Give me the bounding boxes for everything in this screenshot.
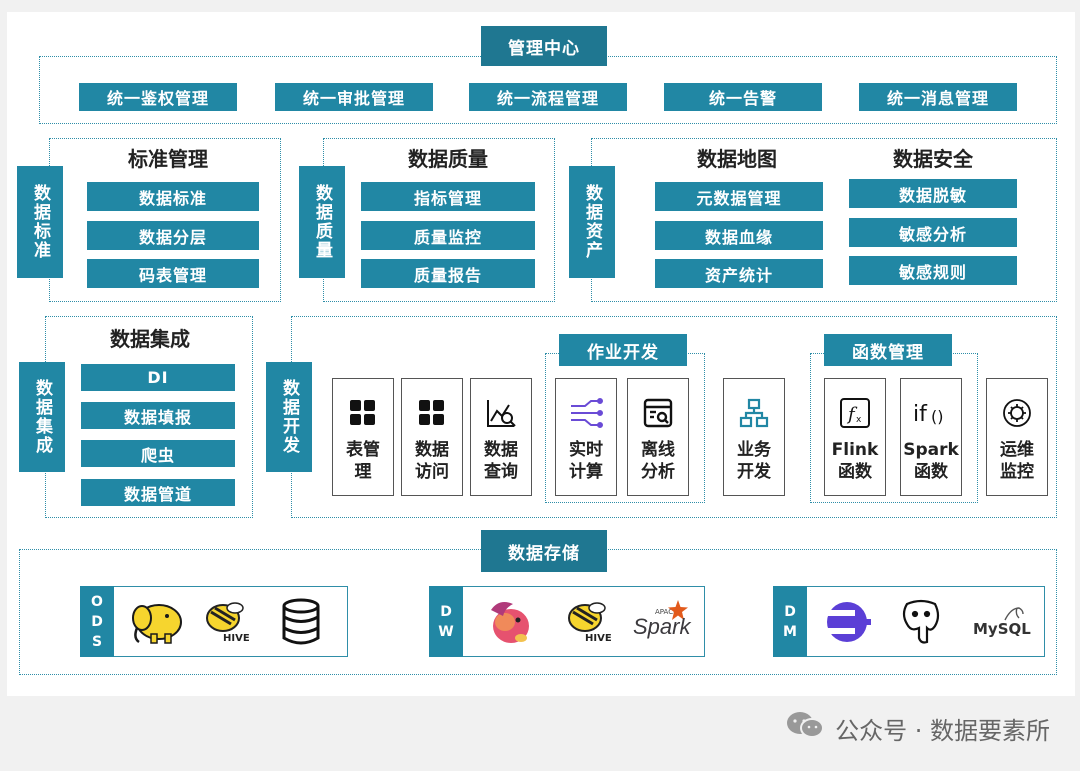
data-security-item: 敏感分析 [849,218,1017,247]
database-icon [279,598,323,646]
card-label: 业务 开发 [737,440,771,482]
card-data-access: 数据 访问 [401,378,463,496]
dw-letter: W [438,623,454,640]
data-security-item: 敏感规则 [849,256,1017,285]
data-map-item: 资产统计 [655,259,823,288]
stream-icon [566,393,606,433]
data-security-item: 数据脱敏 [849,179,1017,208]
card-label: 运维 监控 [1000,440,1034,482]
card-label: Flink 函数 [831,440,879,482]
card-label: 表管 理 [346,440,380,482]
card-table-mgmt: 表管 理 [332,378,394,496]
ods-letter: S [91,633,103,650]
mgmt-item-message: 统一消息管理 [859,83,1017,111]
hive-wordmark: HIVE [585,633,612,644]
chart-search-icon [481,393,521,433]
postgresql-elephant-icon [899,598,943,646]
quality-side-label: 数据质量 [299,166,345,278]
data-map-item: 元数据管理 [655,182,823,211]
org-tree-icon [734,393,774,433]
mgmt-item-workflow: 统一流程管理 [469,83,627,111]
monitor-gear-icon [997,393,1037,433]
card-spark-func: if() Spark 函数 [900,378,962,496]
card-flink: fx Flink 函数 [824,378,886,496]
hive-wordmark: HIVE [223,633,250,644]
integration-item: 数据管道 [81,479,235,506]
svg-text:x: x [856,415,862,425]
storage-title: 数据存储 [481,530,607,572]
job-dev-title: 作业开发 [559,334,687,366]
flink-squirrel-icon [485,596,535,648]
grid-icon [343,393,383,433]
mgmt-item-auth: 统一鉴权管理 [79,83,237,111]
card-business: 业务 开发 [723,378,785,496]
mgmt-item-approval: 统一审批管理 [275,83,433,111]
card-label: 数据 查询 [484,440,518,482]
dm-letter: D [784,603,796,620]
ods-letter: O [91,593,103,610]
dev-side-label: 数据开发 [266,362,312,472]
mysql-dolphin-icon [1003,604,1025,624]
svg-text:(): () [931,407,943,426]
dw-letter: D [440,603,452,620]
function-icon: fx [835,393,875,433]
card-label: 实时 计算 [569,440,603,482]
dm-label: D M [773,586,807,657]
integration-item: DI [81,364,235,391]
data-map-item: 数据血缘 [655,221,823,250]
standard-item: 数据分层 [87,221,259,250]
wechat-watermark: 公众号 · 数据要素所 [785,708,1050,748]
standard-title: 标准管理 [128,146,208,171]
data-security-title: 数据安全 [893,146,973,171]
spark-wordmark: Spark [633,614,691,639]
grid-icon [412,393,452,433]
integration-side-label: 数据集成 [19,362,65,472]
card-label: Spark 函数 [903,440,959,482]
quality-item: 指标管理 [361,182,535,211]
architecture-diagram: 管理中心 统一鉴权管理 统一审批管理 统一流程管理 统一告警 统一消息管理 数据… [7,12,1075,696]
card-realtime: 实时 计算 [555,378,617,496]
clickhouse-like-icon [825,600,871,644]
integration-title: 数据集成 [110,326,190,351]
ods-letter: D [91,613,103,630]
management-center-title: 管理中心 [481,26,607,66]
watermark-text: 公众号 · 数据要素所 [835,716,1050,745]
card-label: 数据 访问 [415,440,449,482]
wechat-icon [785,710,825,746]
asset-side-label: 数据资产 [569,166,615,278]
window-search-icon [638,393,678,433]
standard-item: 数据标准 [87,182,259,211]
svg-text:if: if [913,402,928,427]
integration-item: 爬虫 [81,440,235,467]
card-offline: 离线 分析 [627,378,689,496]
card-data-query: 数据 查询 [470,378,532,496]
standard-item: 码表管理 [87,259,259,288]
ods-label: O D S [80,586,114,657]
dw-label: D W [429,586,463,657]
if-function-icon: if() [911,393,951,433]
data-map-title: 数据地图 [697,146,777,171]
quality-item: 质量监控 [361,221,535,250]
mgmt-item-alert: 统一告警 [664,83,822,111]
integration-item: 数据填报 [81,402,235,429]
card-label: 离线 分析 [641,440,675,482]
func-mgmt-title: 函数管理 [824,334,952,366]
quality-title: 数据质量 [408,146,488,171]
quality-item: 质量报告 [361,259,535,288]
card-ops: 运维 监控 [986,378,1048,496]
dm-letter: M [783,623,797,640]
standard-side-label: 数据标准 [17,166,63,278]
hadoop-elephant-icon [129,598,187,646]
